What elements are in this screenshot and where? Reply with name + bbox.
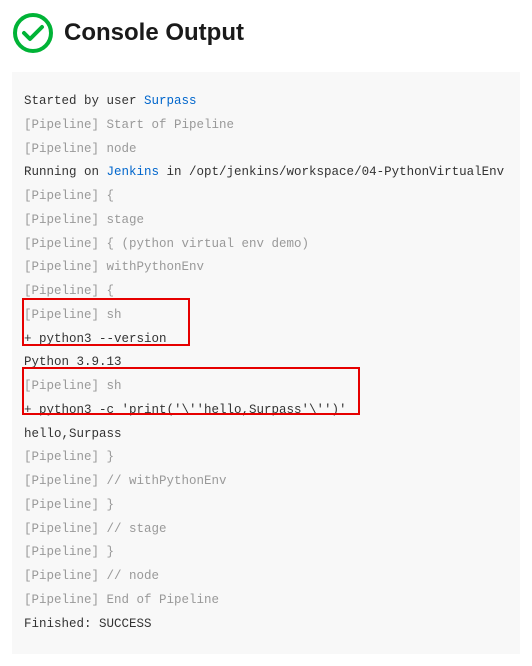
console-line: [Pipeline] // withPythonEnv <box>24 470 508 494</box>
text: Started by user <box>24 94 144 108</box>
text: in /opt/jenkins/workspace/04-PythonVirtu… <box>159 165 504 179</box>
console-line: [Pipeline] { <box>24 280 508 304</box>
console-line: Finished: SUCCESS <box>24 613 508 637</box>
console-line: [Pipeline] // stage <box>24 518 508 542</box>
success-icon <box>12 12 54 54</box>
console-output: Started by user Surpass [Pipeline] Start… <box>12 72 520 654</box>
page-title: Console Output <box>64 19 244 47</box>
console-line: [Pipeline] } <box>24 494 508 518</box>
console-line: Running on Jenkins in /opt/jenkins/works… <box>24 161 508 185</box>
node-link[interactable]: Jenkins <box>107 165 160 179</box>
console-line: [Pipeline] sh <box>24 304 508 328</box>
console-line: [Pipeline] sh <box>24 375 508 399</box>
console-line: + python3 -c 'print('\''hello,Surpass'\'… <box>24 399 508 423</box>
console-line: [Pipeline] // node <box>24 565 508 589</box>
text: Running on <box>24 165 107 179</box>
console-line: [Pipeline] { (python virtual env demo) <box>24 233 508 257</box>
console-line: [Pipeline] End of Pipeline <box>24 589 508 613</box>
console-line: [Pipeline] } <box>24 446 508 470</box>
console-line: Python 3.9.13 <box>24 351 508 375</box>
user-link[interactable]: Surpass <box>144 94 197 108</box>
console-line: [Pipeline] } <box>24 541 508 565</box>
console-line: [Pipeline] Start of Pipeline <box>24 114 508 138</box>
console-line: + python3 --version <box>24 328 508 352</box>
console-line: [Pipeline] stage <box>24 209 508 233</box>
console-line: [Pipeline] withPythonEnv <box>24 256 508 280</box>
console-line: [Pipeline] node <box>24 138 508 162</box>
page-header: Console Output <box>12 12 520 54</box>
console-line: hello,Surpass <box>24 423 508 447</box>
console-line: [Pipeline] { <box>24 185 508 209</box>
console-line: Started by user Surpass <box>24 90 508 114</box>
